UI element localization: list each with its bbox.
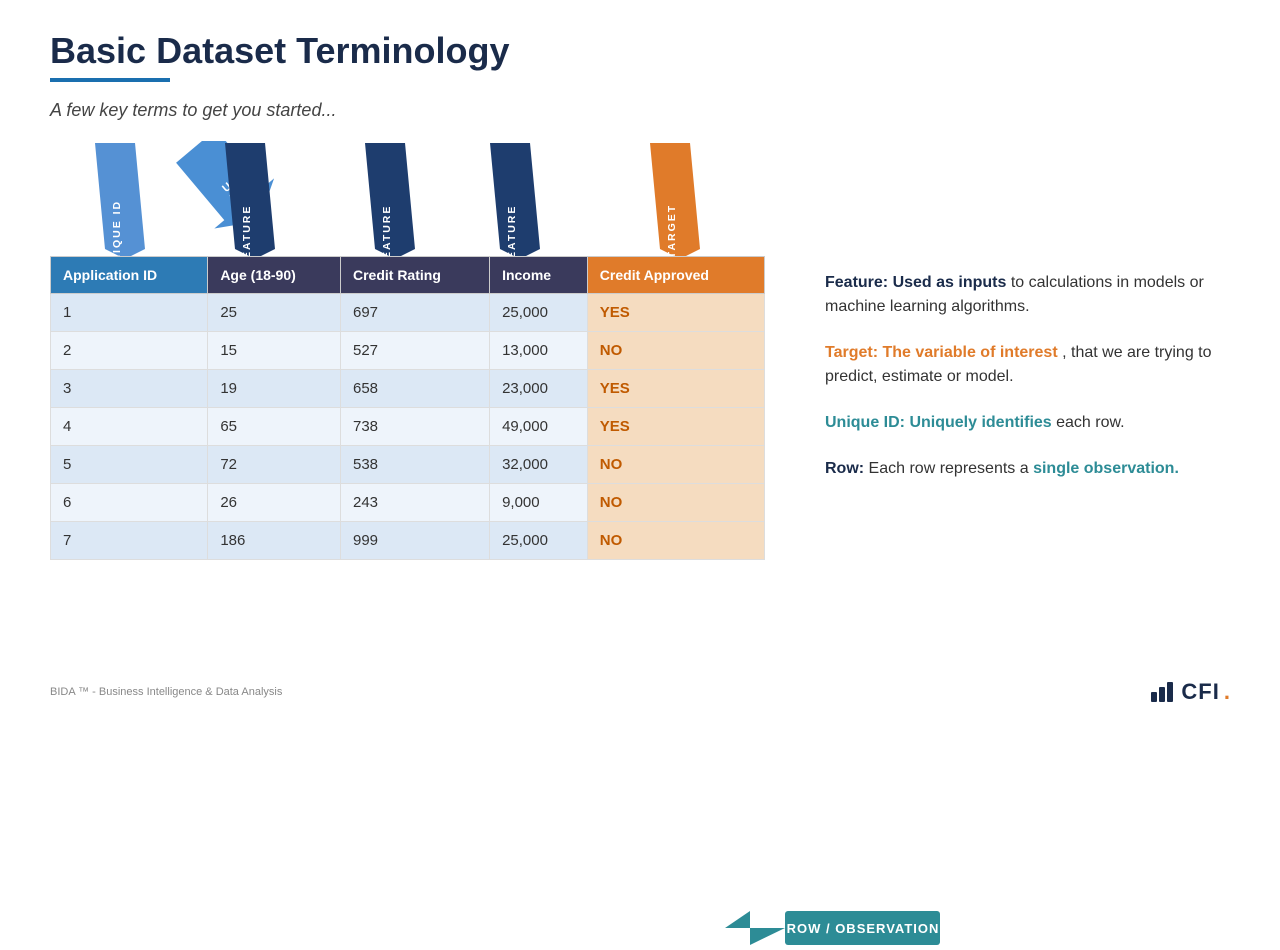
def-target: Target: The variable of interest , that … <box>825 341 1230 389</box>
left-section: U N I Q U E <box>50 141 765 560</box>
cell-r0-c2: 697 <box>340 294 489 332</box>
col-header-id: Application ID <box>51 257 208 294</box>
cell-r2-c2: 658 <box>340 370 489 408</box>
footer-text: BIDA ™ - Business Intelligence & Data An… <box>50 686 282 698</box>
table-row: 718699925,000NO <box>51 522 765 560</box>
cell-r4-c1: 72 <box>208 446 341 484</box>
title-underline <box>50 78 170 82</box>
cell-r4-c2: 538 <box>340 446 489 484</box>
cell-r5-c2: 243 <box>340 484 489 522</box>
cell-r5-c0: 6 <box>51 484 208 522</box>
cell-r1-c0: 2 <box>51 332 208 370</box>
cell-r3-c4: YES <box>587 408 764 446</box>
svg-text:FEATURE: FEATURE <box>241 205 253 256</box>
cell-r3-c3: 49,000 <box>490 408 588 446</box>
cell-r0-c4: YES <box>587 294 764 332</box>
cfi-logo-text: CFI <box>1181 679 1219 705</box>
cell-r5-c3: 9,000 <box>490 484 588 522</box>
subtitle: A few key terms to get you started... <box>50 100 1230 121</box>
def-uniqueid: Unique ID: Uniquely identifies each row. <box>825 411 1230 435</box>
cell-r4-c0: 5 <box>51 446 208 484</box>
def-feature-bold: Feature: Used as inputs <box>825 274 1011 291</box>
cell-r0-c0: 1 <box>51 294 208 332</box>
table-row: 12569725,000YES <box>51 294 765 332</box>
table-row: 46573849,000YES <box>51 408 765 446</box>
cell-r3-c0: 4 <box>51 408 208 446</box>
cell-r6-c2: 999 <box>340 522 489 560</box>
cfi-bar-1 <box>1151 692 1157 702</box>
cell-r1-c4: NO <box>587 332 764 370</box>
cell-r5-c4: NO <box>587 484 764 522</box>
def-row-bold: Row: <box>825 460 869 477</box>
cell-r2-c4: YES <box>587 370 764 408</box>
page-title: Basic Dataset Terminology <box>50 30 1230 72</box>
svg-text:UNIQUE ID: UNIQUE ID <box>111 200 123 256</box>
table-row: 31965823,000YES <box>51 370 765 408</box>
cell-r3-c2: 738 <box>340 408 489 446</box>
cfi-logo: CFI . <box>1151 679 1230 705</box>
table-row: 6262439,000NO <box>51 484 765 522</box>
footer: BIDA ™ - Business Intelligence & Data An… <box>50 679 1230 705</box>
def-uniqueid-rest: each row. <box>1056 414 1124 431</box>
cell-r1-c1: 15 <box>208 332 341 370</box>
cell-r6-c1: 186 <box>208 522 341 560</box>
data-table: Application ID Age (18-90) Credit Rating… <box>50 256 765 560</box>
cell-r5-c1: 26 <box>208 484 341 522</box>
cfi-logo-bars <box>1151 682 1173 702</box>
col-header-approved: Credit Approved <box>587 257 764 294</box>
def-target-bold: Target: The variable of interest <box>825 344 1058 361</box>
cell-r6-c3: 25,000 <box>490 522 588 560</box>
slide: Basic Dataset Terminology A few key term… <box>0 0 1280 720</box>
cell-r6-c0: 7 <box>51 522 208 560</box>
def-row-rest: Each row represents a <box>869 460 1034 477</box>
col-header-credit: Credit Rating <box>340 257 489 294</box>
cell-r1-c3: 13,000 <box>490 332 588 370</box>
cell-r4-c4: NO <box>587 446 764 484</box>
cell-r6-c4: NO <box>587 522 764 560</box>
arrows-container: U N I Q U E <box>50 141 765 256</box>
col-header-income: Income <box>490 257 588 294</box>
cfi-bar-2 <box>1159 687 1165 702</box>
cell-r0-c1: 25 <box>208 294 341 332</box>
def-row: Row: Each row represents a single observ… <box>825 457 1230 481</box>
right-panel: Feature: Used as inputs to calculations … <box>805 141 1230 503</box>
main-content: U N I Q U E <box>50 141 1230 560</box>
cfi-logo-dot: . <box>1224 679 1230 705</box>
table-row: 57253832,000NO <box>51 446 765 484</box>
cell-r1-c2: 527 <box>340 332 489 370</box>
svg-text:FEATURE: FEATURE <box>506 205 518 256</box>
cell-r4-c3: 32,000 <box>490 446 588 484</box>
svg-text:TARGET: TARGET <box>666 204 678 256</box>
def-row-highlight: single observation. <box>1033 460 1179 477</box>
cell-r0-c3: 25,000 <box>490 294 588 332</box>
svg-text:ROW / OBSERVATION: ROW / OBSERVATION <box>787 921 940 936</box>
def-uniqueid-bold: Unique ID: Uniquely identifies <box>825 414 1056 431</box>
svg-text:FEATURE: FEATURE <box>381 205 393 256</box>
table-row: 21552713,000NO <box>51 332 765 370</box>
cell-r3-c1: 65 <box>208 408 341 446</box>
cfi-bar-3 <box>1167 682 1173 702</box>
cell-r2-c3: 23,000 <box>490 370 588 408</box>
cell-r2-c0: 3 <box>51 370 208 408</box>
col-header-age: Age (18-90) <box>208 257 341 294</box>
cell-r2-c1: 19 <box>208 370 341 408</box>
def-feature: Feature: Used as inputs to calculations … <box>825 271 1230 319</box>
